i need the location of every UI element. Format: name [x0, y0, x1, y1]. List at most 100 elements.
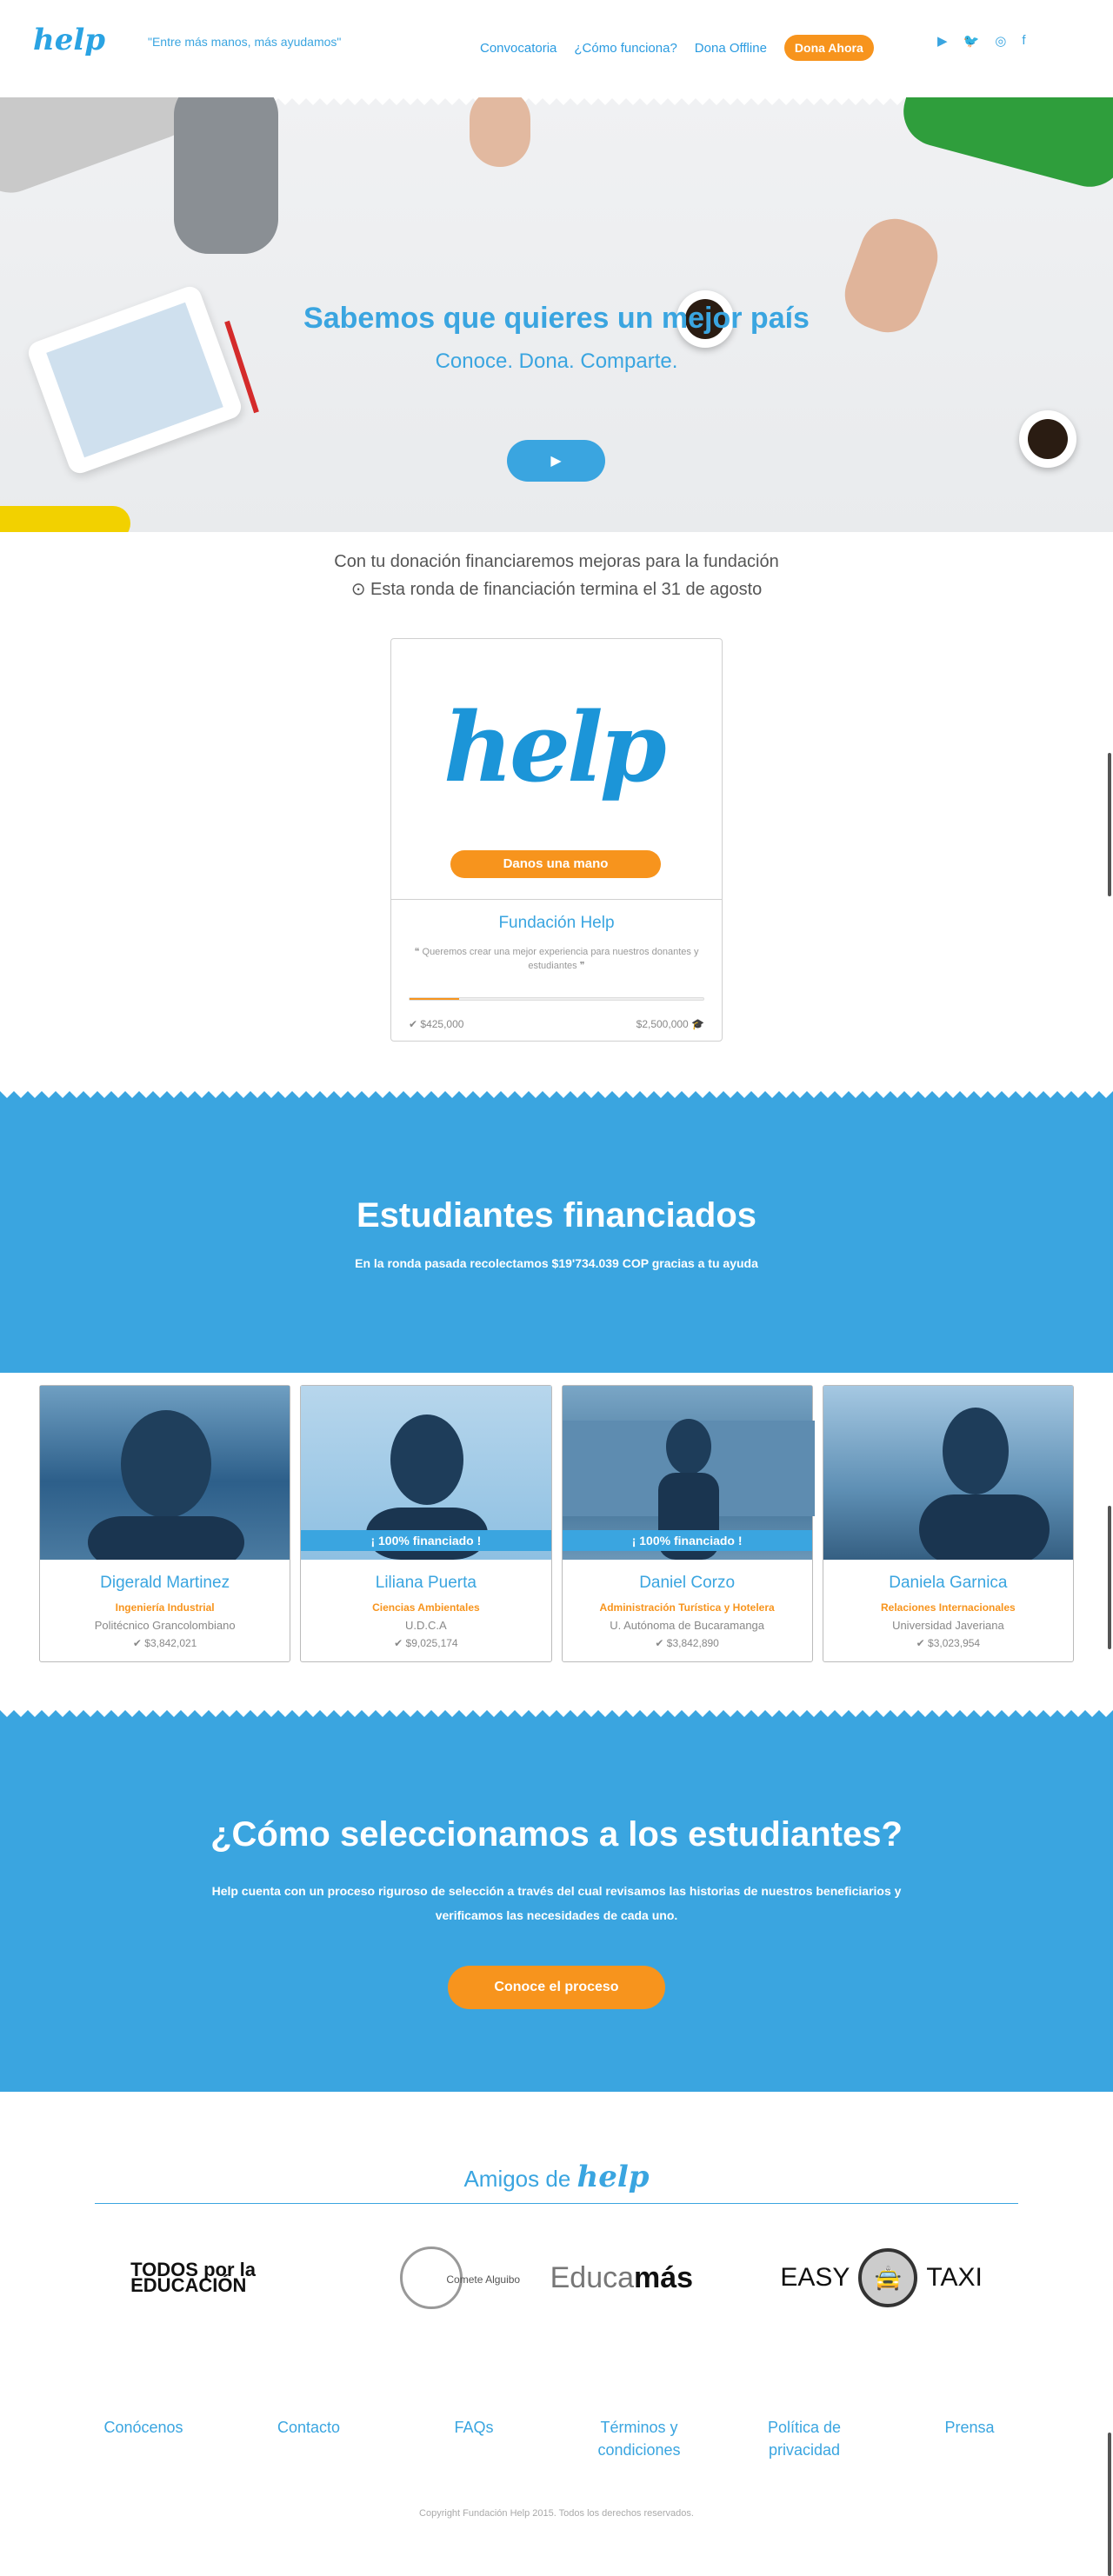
student-career: Ciencias Ambientales	[372, 1601, 480, 1614]
student-card[interactable]: ¡ 100% financiado ! Liliana Puerta Cienc…	[300, 1385, 552, 1662]
funded-students-section: Estudiantes financiados En la ronda pasa…	[0, 1089, 1113, 1373]
youtube-icon[interactable]: ▶	[937, 33, 948, 49]
facebook-icon[interactable]: f	[1022, 33, 1025, 49]
todos-por-la-educacion-logo[interactable]: TODOS por la EDUCACIÓN	[130, 2260, 313, 2295]
donation-deadline: ⊙ Esta ronda de financiación termina el …	[350, 580, 763, 599]
twitter-icon[interactable]: 🐦	[963, 33, 980, 49]
progress-fill	[410, 998, 460, 1000]
fully-funded-badge: ¡ 100% financiado !	[301, 1530, 551, 1551]
student-amount: ✔ $3,842,021	[132, 1637, 197, 1649]
portrait-silhouette	[918, 1408, 1050, 1560]
fully-funded-badge: ¡ 100% financiado !	[562, 1530, 812, 1551]
main-nav: Convocatoria ¿Cómo funciona? Dona Offlin…	[480, 35, 874, 61]
easy-label: EASY	[780, 2263, 850, 2292]
student-name: Digerald Martinez	[100, 1574, 230, 1592]
footer-link-terminos[interactable]: Términos y condiciones	[565, 2416, 713, 2461]
donate-now-button[interactable]: Dona Ahora	[783, 35, 874, 61]
student-amount: ✔ $3,842,890	[655, 1637, 719, 1649]
zigzag-divider	[0, 1089, 1113, 1098]
donation-intro: Con tu donación financiaremos mejoras pa…	[0, 548, 1113, 603]
student-career: Relaciones Internacionales	[881, 1601, 1016, 1614]
card-title: Fundación Help	[498, 914, 615, 932]
student-career: Administración Turística y Hotelera	[599, 1601, 775, 1614]
give-hand-button[interactable]: Danos una mano	[450, 850, 661, 878]
scrollbar-thumb[interactable]	[1108, 753, 1111, 896]
student-photo: ¡ 100% financiado !	[301, 1386, 551, 1560]
donation-line: Con tu donación financiaremos mejoras pa…	[334, 552, 779, 571]
comete-label: Comete Alguibo	[446, 2273, 521, 2286]
easytaxi-logo[interactable]: EASY 🚖 TAXI	[780, 2248, 983, 2307]
student-amount: ✔ $9,025,174	[394, 1637, 458, 1649]
nav-dona-offline[interactable]: Dona Offline	[695, 41, 767, 56]
student-name: Daniel Corzo	[639, 1574, 736, 1592]
help-logo-large: help	[443, 691, 667, 803]
section-text: Help cuenta con un proceso riguroso de s…	[211, 1884, 902, 1922]
hero-banner: Sabemos que quieres un mejor país Conoce…	[0, 97, 1113, 532]
scrollbar-thumb[interactable]	[1108, 1506, 1111, 1649]
student-career: Ingeniería Industrial	[115, 1601, 215, 1614]
hero-subtitle: Conoce. Dona. Comparte.	[435, 349, 678, 373]
students-list: Digerald Martinez Ingeniería Industrial …	[0, 1373, 1113, 1662]
footer-link-privacidad[interactable]: Política de privacidad	[730, 2416, 878, 2461]
foundation-card[interactable]: help Danos una mano Fundación Help ❝ Que…	[390, 638, 723, 1042]
hero-title: Sabemos que quieres un mejor país	[303, 302, 810, 335]
educa-bold: más	[634, 2260, 694, 2294]
friends-label: Amigos de	[463, 2166, 571, 2192]
friends-title: Amigos de help	[0, 2160, 1113, 2194]
nav-como-funciona[interactable]: ¿Cómo funciona?	[574, 41, 676, 56]
student-photo	[40, 1386, 290, 1560]
scrollbar-thumb[interactable]	[1108, 2433, 1111, 2576]
student-name: Daniela Garnica	[889, 1574, 1008, 1592]
raised-amount: ✔ $425,000	[409, 1018, 464, 1030]
learn-process-button[interactable]: Conoce el proceso	[448, 1966, 665, 2009]
arm-photo	[0, 506, 130, 532]
footer-link-conocenos[interactable]: Conócenos	[70, 2416, 217, 2461]
student-university: U. Autónoma de Bucaramanga	[610, 1619, 765, 1632]
goal-amount: $2,500,000 🎓	[636, 1018, 704, 1030]
arm-photo	[896, 97, 1113, 195]
comete-alguibo-logo[interactable]: Comete Alguibo	[400, 2247, 520, 2309]
play-video-button[interactable]: ▶	[507, 440, 605, 482]
site-header: help "Entre más manos, más ayudamos" Con…	[0, 0, 1113, 97]
section-title: ¿Cómo seleccionamos a los estudiantes?	[210, 1815, 903, 1854]
card-body: Fundación Help ❝ Queremos crear una mejo…	[391, 900, 722, 1041]
student-university: U.D.C.A	[405, 1619, 447, 1632]
card-image: help Danos una mano	[391, 639, 722, 900]
educamas-logo[interactable]: Educamás	[550, 2261, 693, 2295]
coffee-cup-image	[1019, 410, 1076, 468]
footer-link-prensa[interactable]: Prensa	[896, 2416, 1043, 2461]
copyright: Copyright Fundación Help 2015. Todos los…	[419, 2508, 694, 2519]
student-university: Universidad Javeriana	[892, 1619, 1004, 1632]
help-logo[interactable]: help	[33, 23, 105, 57]
section-text: En la ronda pasada recolectamos $19'734.…	[355, 1256, 758, 1270]
student-photo: ¡ 100% financiado !	[562, 1386, 815, 1560]
student-photo	[823, 1386, 1073, 1560]
student-card[interactable]: Daniela Garnica Relaciones Internacional…	[822, 1385, 1074, 1662]
student-university: Politécnico Grancolombiano	[94, 1619, 236, 1632]
nav-convocatoria[interactable]: Convocatoria	[480, 41, 556, 56]
taxi-label: TAXI	[926, 2263, 983, 2292]
slogan: "Entre más manos, más ayudamos"	[148, 35, 342, 49]
taxi-icon: 🚖	[858, 2248, 918, 2307]
arm-photo	[0, 97, 203, 203]
card-quote: ❝ Queremos crear una mejor experiencia p…	[414, 947, 699, 971]
zigzag-divider	[0, 1708, 1113, 1717]
partner-logos: TODOS por la EDUCACIÓN Comete Alguibo Ed…	[0, 2204, 1113, 2317]
instagram-icon[interactable]: ◎	[995, 33, 1006, 49]
footer-link-faqs[interactable]: FAQs	[400, 2416, 548, 2461]
section-title: Estudiantes financiados	[356, 1196, 757, 1235]
hand-photo	[470, 97, 530, 167]
student-card[interactable]: Digerald Martinez Ingeniería Industrial …	[39, 1385, 291, 1662]
help-logo-inline: help	[576, 2160, 650, 2194]
social-links: ▶ 🐦 ◎ f	[937, 33, 1026, 49]
footer-nav: Conócenos Contacto FAQs Términos y condi…	[0, 2416, 1113, 2461]
play-icon: ▶	[550, 454, 562, 469]
student-name: Liliana Puerta	[375, 1574, 477, 1592]
educa-light: Educa	[550, 2260, 635, 2294]
card-footer: ✔ $425,000 $2,500,000 🎓	[409, 1018, 704, 1030]
arm-photo	[174, 97, 278, 254]
student-card[interactable]: ¡ 100% financiado ! Daniel Corzo Adminis…	[561, 1385, 815, 1662]
portrait-silhouette	[88, 1410, 244, 1560]
student-amount: ✔ $3,023,954	[916, 1637, 981, 1649]
footer-link-contacto[interactable]: Contacto	[235, 2416, 383, 2461]
